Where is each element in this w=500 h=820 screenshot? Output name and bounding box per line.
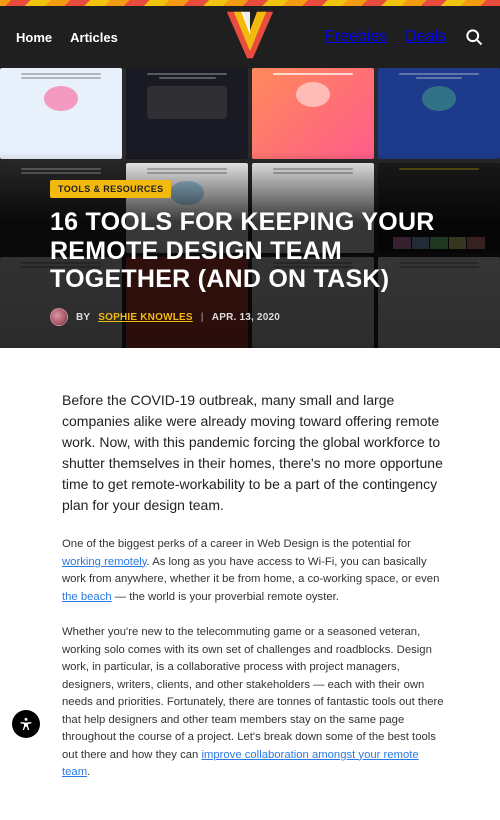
p2-text-c: — the world is your proverbial remote oy…: [112, 591, 339, 603]
hero: TOOLS & RESOURCES 16 TOOLS FOR KEEPING Y…: [0, 68, 500, 348]
link-working-remotely[interactable]: working remotely: [62, 556, 147, 568]
nav-home[interactable]: Home: [16, 30, 52, 45]
nav-left: Home Articles: [16, 30, 118, 45]
search-icon[interactable]: [464, 27, 484, 47]
nav-right: Freebies Deals: [325, 27, 484, 47]
author-link[interactable]: SOPHIE KNOWLES: [98, 312, 192, 323]
publish-date: APR. 13, 2020: [212, 312, 280, 323]
article-title: 16 TOOLS FOR KEEPING YOUR REMOTE DESIGN …: [50, 208, 470, 294]
p2-text-a: One of the biggest perks of a career in …: [62, 538, 411, 550]
nav-deals[interactable]: Deals: [405, 28, 446, 46]
p3-text-a: Whether you're new to the telecommuting …: [62, 626, 444, 761]
byline: BY SOPHIE KNOWLES | APR. 13, 2020: [50, 308, 470, 326]
p3-text-b: .: [87, 766, 90, 778]
by-label: BY: [76, 312, 90, 323]
link-the-beach[interactable]: the beach: [62, 591, 112, 603]
byline-separator: |: [201, 312, 204, 323]
article-body: Before the COVID-19 outbreak, many small…: [0, 348, 500, 820]
accessibility-icon: [18, 716, 34, 732]
hero-content: TOOLS & RESOURCES 16 TOOLS FOR KEEPING Y…: [50, 179, 470, 326]
site-header: Home Articles Freebies Deals: [0, 6, 500, 68]
category-badge[interactable]: TOOLS & RESOURCES: [50, 180, 171, 198]
accessibility-button[interactable]: [12, 710, 40, 738]
lead-paragraph: Before the COVID-19 outbreak, many small…: [62, 390, 444, 516]
paragraph-3: Whether you're new to the telecommuting …: [62, 624, 444, 782]
nav-freebies[interactable]: Freebies: [325, 28, 387, 46]
nav-articles[interactable]: Articles: [70, 30, 118, 45]
author-avatar: [50, 308, 68, 326]
paragraph-2: One of the biggest perks of a career in …: [62, 536, 444, 606]
site-logo[interactable]: [221, 6, 279, 64]
